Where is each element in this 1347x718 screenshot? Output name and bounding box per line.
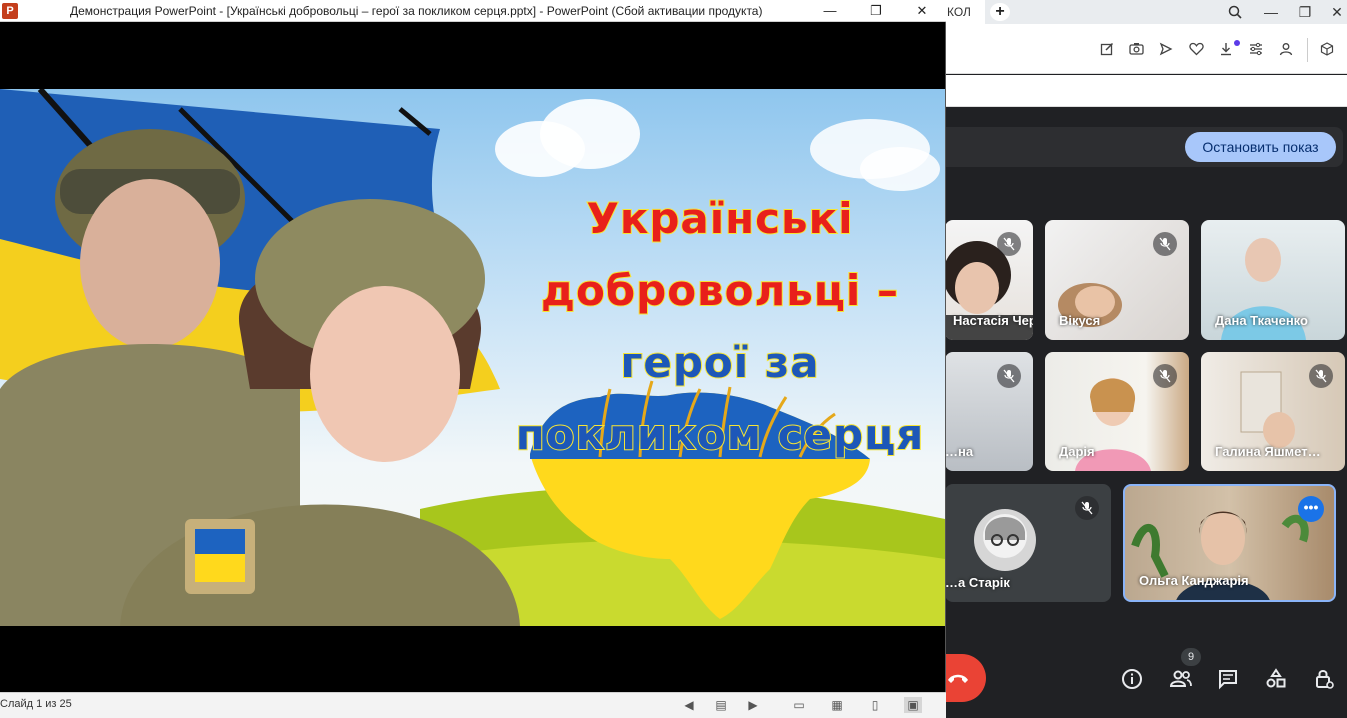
participant-name: Галина Яшмет… [1215,444,1321,459]
info-bar [945,75,1347,107]
slide-counter: Слайд 1 из 25 [0,698,72,710]
slide-title-line-4: покликом серця [515,409,925,460]
reading-view-icon[interactable]: ▯ [866,697,884,713]
participant-tile[interactable]: Галина Яшмет… [1201,352,1345,471]
search-tabs-icon[interactable] [1220,0,1250,24]
participant-name: Дарія [1059,444,1095,459]
mic-off-icon [1075,496,1099,520]
download-indicator [1234,40,1240,46]
info-icon[interactable] [1120,667,1144,691]
participant-tile[interactable]: Дарія [1045,352,1189,471]
ppt-minimize-button[interactable]: — [808,0,852,22]
activities-icon[interactable] [1264,667,1288,691]
mic-off-icon [1153,364,1177,388]
window-title: Демонстрация PowerPoint - [Українські до… [70,4,763,18]
browser-toolbar [945,24,1347,74]
participant-name: Ольга Канджарія [1139,573,1249,588]
participant-tile[interactable]: …а Старік [945,484,1111,602]
presenting-bar: Остановить показ [945,127,1343,167]
mic-off-icon [1153,232,1177,256]
heart-icon[interactable] [1188,42,1204,58]
participant-tile[interactable]: Настасія Чер… [945,220,1033,340]
ppt-close-button[interactable]: ✕ [900,0,944,22]
browser-close-button[interactable]: ✕ [1322,0,1347,24]
normal-view-icon[interactable]: ▭ [790,697,808,713]
mic-off-icon [997,232,1021,256]
tab-title: КОЛ [947,5,971,19]
camera-icon[interactable] [1128,42,1144,58]
slide-sorter-icon[interactable]: ▦ [828,697,846,713]
next-slide-icon[interactable]: ▶ [744,697,762,713]
cube-icon[interactable] [1319,42,1335,58]
slide-title-line-2: добровольці – [540,265,899,316]
powerpoint-logo-icon: P [2,3,18,19]
download-icon[interactable] [1218,42,1234,58]
people-icon[interactable] [1169,667,1193,691]
ppt-title-bar: P Демонстрация PowerPoint - [Українські … [0,0,946,22]
ppt-status-bar: Слайд 1 из 25 ◀ ▤ ▶ ▭ ▦ ▯ ▣ [0,692,946,718]
host-controls-icon[interactable] [1312,667,1336,691]
ppt-maximize-button[interactable]: ❐ [854,0,898,22]
participant-tile-active[interactable]: ••• Ольга Канджарія [1123,484,1336,602]
mic-off-icon [1309,364,1333,388]
browser-maximize-button[interactable]: ❐ [1290,0,1320,24]
edit-icon[interactable] [1099,42,1115,58]
participant-name: …на [945,444,974,459]
slideshow-view-icon[interactable]: ▣ [904,697,922,713]
stop-presenting-button[interactable]: Остановить показ [1185,132,1336,162]
participant-tile[interactable]: Дана Ткаченко [1201,220,1345,340]
participant-name: Вікуся [1059,313,1101,328]
powerpoint-window: P Демонстрация PowerPoint - [Українські … [0,0,946,718]
browser-tab[interactable]: КОЛ [945,0,985,24]
browser-minimize-button[interactable]: — [1256,0,1286,24]
more-options-icon[interactable]: ••• [1298,496,1324,522]
new-tab-button[interactable]: + [990,3,1010,21]
participant-name: …а Старік [945,575,1010,590]
participant-count-badge: 9 [1181,648,1201,666]
mic-off-icon [997,364,1021,388]
participant-tile[interactable]: Вікуся [1045,220,1189,340]
slide-title-line-3: герої за [619,337,820,388]
slide-canvas[interactable]: Українські добровольці – герої за поклик… [0,89,945,626]
sliders-icon[interactable] [1248,42,1264,58]
slide-title-line-1: Українські [585,193,854,244]
chat-icon[interactable] [1216,667,1240,691]
previous-slide-icon[interactable]: ◀ [680,697,698,713]
slide-list-icon[interactable]: ▤ [712,697,730,713]
participant-name: Дана Ткаченко [1215,313,1308,328]
profile-icon[interactable] [1278,42,1294,58]
participant-tile[interactable]: …на [945,352,1033,471]
toolbar-separator [1307,38,1308,62]
meet-panel: Остановить показ Настасія Чер… Вікуся Да… [920,108,1347,718]
send-icon[interactable] [1158,42,1174,58]
participant-name: Настасія Чер… [953,313,1033,328]
slide-title: Українські добровольці – герої за поклик… [505,183,935,471]
